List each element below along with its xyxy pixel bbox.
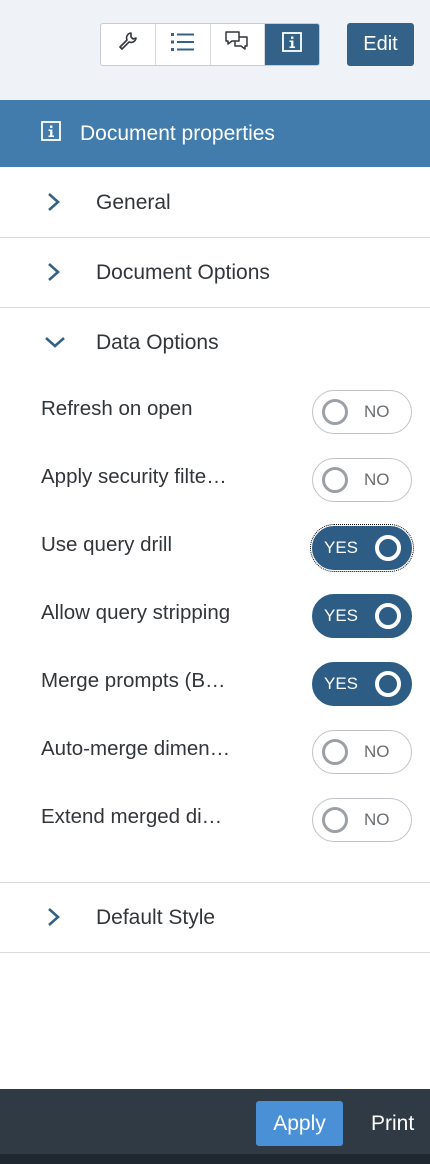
merge-prompts-toggle[interactable]: YES — [312, 662, 412, 706]
option-refresh-on-open: Refresh on open NO — [0, 375, 430, 443]
info-icon — [281, 31, 303, 58]
option-allow-query-stripping: Allow query stripping YES — [0, 579, 430, 647]
toggle-state-text: YES — [324, 674, 359, 693]
chevron-right-icon — [44, 907, 64, 932]
section-default-style[interactable]: Default Style — [0, 883, 430, 953]
edit-button[interactable]: Edit — [347, 23, 414, 66]
toggle-knob — [322, 467, 348, 493]
wrench-button[interactable] — [101, 24, 156, 65]
toggle-knob — [375, 535, 401, 561]
option-label: Auto-merge dimen… — [41, 737, 231, 760]
toggle-knob — [322, 739, 348, 765]
auto-merge-dimensions-toggle[interactable]: NO — [312, 730, 412, 774]
option-merge-prompts: Merge prompts (B… YES — [0, 647, 430, 715]
section-label: General — [96, 190, 171, 214]
toggle-knob — [375, 603, 401, 629]
footer-strip — [0, 1154, 430, 1164]
chevron-right-icon — [44, 262, 64, 287]
toggle-state-text: YES — [324, 606, 359, 625]
section-general[interactable]: General — [0, 168, 430, 238]
apply-button[interactable]: Apply — [256, 1101, 343, 1146]
extend-merged-dimension-toggle[interactable]: NO — [312, 798, 412, 842]
toggle-state-text: NO — [364, 402, 390, 421]
info-button[interactable] — [265, 24, 319, 65]
chevron-right-icon — [44, 192, 64, 217]
option-extend-merged-dimension: Extend merged di… NO — [0, 783, 430, 851]
option-label: Allow query stripping — [41, 601, 231, 624]
toggle-state-text: NO — [364, 742, 390, 761]
panel-footer — [0, 1089, 430, 1164]
option-label: Merge prompts (B… — [41, 669, 226, 692]
list-icon — [170, 31, 196, 58]
option-use-query-drill: Use query drill YES — [0, 511, 430, 579]
toggle-state-text: NO — [364, 470, 390, 489]
allow-query-stripping-toggle[interactable]: YES — [312, 594, 412, 638]
wrench-icon — [116, 30, 140, 59]
toggle-knob — [375, 671, 401, 697]
refresh-on-open-toggle[interactable]: NO — [312, 390, 412, 434]
section-label: Document Options — [96, 260, 270, 284]
document-properties-header: Document properties — [0, 100, 430, 167]
toggle-knob — [322, 807, 348, 833]
list-button[interactable] — [156, 24, 211, 65]
option-label: Refresh on open — [41, 397, 193, 420]
toggle-state-text: NO — [364, 810, 390, 829]
top-toolbar: Edit — [0, 0, 430, 100]
option-label: Extend merged di… — [41, 805, 223, 828]
option-label: Use query drill — [41, 533, 173, 556]
apply-security-filter-toggle[interactable]: NO — [312, 458, 412, 502]
view-mode-segmented-control — [100, 23, 320, 66]
comments-icon — [224, 29, 250, 60]
info-icon — [40, 120, 62, 147]
option-label: Apply security filte… — [41, 465, 227, 488]
option-auto-merge-dimensions: Auto-merge dimen… NO — [0, 715, 430, 783]
section-label: Default Style — [96, 905, 216, 929]
option-apply-security-filter: Apply security filte… NO — [0, 443, 430, 511]
section-document-options[interactable]: Document Options — [0, 238, 430, 308]
chevron-down-icon — [44, 332, 66, 357]
print-button[interactable]: Print — [371, 1101, 414, 1146]
section-data-options[interactable]: Data Options — [0, 308, 430, 378]
panel-title: Document properties — [80, 121, 275, 145]
section-label: Data Options — [96, 331, 219, 354]
use-query-drill-toggle[interactable]: YES — [310, 524, 414, 572]
comments-button[interactable] — [211, 24, 266, 65]
toggle-knob — [322, 399, 348, 425]
toggle-state-text: YES — [324, 538, 359, 557]
